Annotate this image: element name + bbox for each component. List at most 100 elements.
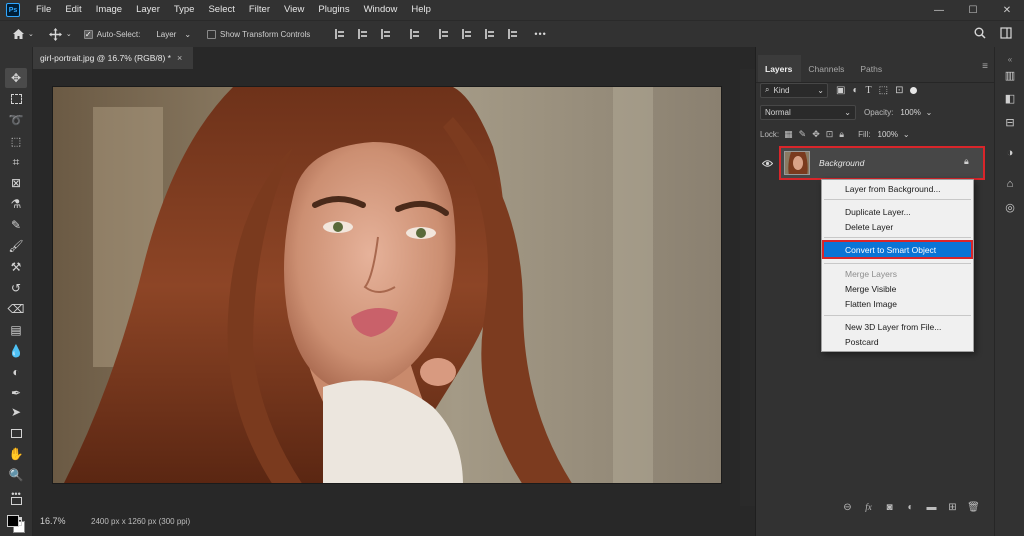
history-brush-tool-icon[interactable]: ↺ (5, 278, 27, 298)
properties-icon[interactable]: ⌂ (1003, 177, 1017, 191)
blend-mode-select[interactable]: Normal ⌄ (760, 104, 856, 120)
lock-transparent-pixels-icon[interactable]: ▦ (784, 129, 793, 140)
delete-layer-icon[interactable]: 🗑︎ (966, 502, 981, 518)
maximize-button[interactable]: ☐ (956, 0, 990, 20)
adjustment-filter-icon[interactable]: ◐ (852, 85, 858, 96)
minimize-button[interactable]: — (922, 0, 956, 20)
canvas-scrollbar[interactable] (740, 69, 755, 506)
align-bottom-edges-icon[interactable] (478, 26, 501, 42)
align-top-edges-icon[interactable] (432, 26, 455, 42)
clone-stamp-tool-icon[interactable]: ⚒ (5, 257, 27, 277)
shape-filter-icon[interactable]: ⬚ (879, 85, 888, 96)
filter-toggle-icon[interactable] (910, 86, 918, 94)
menu-item-new-3d-layer-from-file[interactable]: New 3D Layer from File... (822, 319, 973, 334)
menu-edit[interactable]: Edit (58, 0, 88, 20)
type-filter-icon[interactable]: T (866, 85, 872, 96)
type-tool-icon[interactable] (5, 381, 27, 401)
align-horizontal-centers-icon[interactable] (351, 26, 374, 42)
lock-position-icon[interactable]: ✥ (812, 129, 820, 140)
move-tool-preset-icon[interactable] (48, 27, 64, 41)
align-left-edges-icon[interactable] (328, 26, 351, 42)
new-layer-icon[interactable]: ⊞ (945, 502, 960, 518)
align-right-edges-icon[interactable] (374, 26, 397, 42)
menu-view[interactable]: View (277, 0, 311, 20)
menu-filter[interactable]: Filter (242, 0, 277, 20)
frame-tool-icon[interactable]: ⊠ (5, 173, 27, 193)
rectangle-tool-icon[interactable] (5, 423, 27, 443)
tab-channels[interactable]: Channels (801, 64, 853, 82)
eraser-tool-icon[interactable]: ⌫ (5, 299, 27, 319)
visibility-eye-icon[interactable] (757, 159, 777, 167)
layer-style-icon[interactable]: fx (861, 502, 876, 518)
smart-object-filter-icon[interactable]: ⊡ (895, 85, 903, 96)
collapse-panels-icon[interactable]: « (1003, 52, 1017, 66)
foreground-color-swatch[interactable] (7, 515, 19, 527)
path-selection-tool-icon[interactable]: ➤ (5, 402, 27, 422)
show-transform-controls-checkbox[interactable] (207, 29, 217, 39)
eyedropper-tool-icon[interactable]: ⚗ (5, 194, 27, 214)
menu-file[interactable]: File (29, 0, 58, 20)
document-tab[interactable]: girl-portrait.jpg @ 16.7% (RGB/8) * × (33, 47, 193, 69)
menu-image[interactable]: Image (89, 0, 129, 20)
lock-all-icon[interactable]: 🔒︎ (839, 129, 844, 140)
close-document-icon[interactable]: × (177, 53, 182, 63)
menu-help[interactable]: Help (404, 0, 438, 20)
quick-mask-mode-button[interactable] (5, 491, 27, 511)
fill-field[interactable]: 100% ⌄ (876, 127, 912, 142)
distribute-horizontal-icon[interactable] (403, 26, 426, 42)
marquee-tool-icon[interactable] (5, 89, 27, 109)
adjustments-icon[interactable]: ◎ (1003, 200, 1017, 214)
blur-tool-icon[interactable]: 💧 (5, 341, 27, 361)
spot-healing-brush-icon[interactable]: ✎ (5, 215, 27, 235)
link-layers-icon[interactable]: ⊖ (840, 502, 855, 518)
pixel-filter-icon[interactable]: ▣ (836, 85, 845, 96)
libraries-icon[interactable]: ⊟ (1003, 115, 1017, 129)
histogram-icon[interactable]: ▥ (1003, 68, 1017, 82)
menu-item-delete-layer[interactable]: Delete Layer (822, 219, 973, 234)
home-icon[interactable] (10, 28, 26, 40)
more-options-icon[interactable]: ••• (534, 29, 546, 39)
menu-item-convert-to-smart-object[interactable]: Convert to Smart Object (822, 240, 973, 259)
align-vertical-centers-icon[interactable] (455, 26, 478, 42)
layer-row-background[interactable]: Background 🔒︎ (757, 146, 992, 180)
menu-type[interactable]: Type (167, 0, 202, 20)
portrait-image-canvas[interactable] (52, 86, 722, 484)
brush-tool-icon[interactable]: 🖌 (5, 236, 27, 256)
filter-kind-select[interactable]: ⌕ Kind ⌄ (760, 82, 828, 98)
menu-layer[interactable]: Layer (129, 0, 167, 20)
menu-item-layer-from-background[interactable]: Layer from Background... (822, 181, 973, 196)
chevron-down-icon[interactable]: ⌄ (66, 30, 72, 38)
workspace-icon[interactable] (1000, 27, 1012, 39)
menu-select[interactable]: Select (201, 0, 241, 20)
object-selection-tool-icon[interactable]: ⬚ (5, 131, 27, 151)
layer-lock-icon[interactable]: 🔒︎ (964, 156, 969, 167)
menu-plugins[interactable]: Plugins (311, 0, 356, 20)
menu-window[interactable]: Window (357, 0, 405, 20)
search-icon[interactable] (974, 27, 986, 39)
move-tool-icon[interactable]: ✥ (5, 68, 27, 88)
gradient-tool-icon[interactable]: ▤ (5, 320, 27, 340)
zoom-tool-icon[interactable]: 🔍 (5, 465, 27, 485)
color-icon[interactable]: ◑ (1003, 146, 1017, 160)
dodge-tool-icon[interactable]: ◐ (5, 362, 27, 382)
close-window-button[interactable]: ✕ (990, 0, 1024, 20)
document-info[interactable]: 2400 px x 1260 px (300 ppi) (91, 517, 190, 526)
menu-item-duplicate-layer[interactable]: Duplicate Layer... (822, 204, 973, 219)
history-icon[interactable]: ◧ (1003, 91, 1017, 105)
new-group-icon[interactable]: ▬ (924, 502, 939, 518)
tab-layers[interactable]: Layers (758, 55, 802, 82)
opacity-field[interactable]: 100% ⌄ (898, 105, 934, 120)
lasso-tool-icon[interactable]: ➰ (5, 110, 27, 130)
crop-tool-icon[interactable]: ⌗ (5, 152, 27, 172)
zoom-level-field[interactable]: 16.7% (33, 512, 75, 530)
menu-item-postcard[interactable]: Postcard (822, 334, 973, 349)
auto-select-checkbox[interactable]: ✓ (83, 29, 93, 39)
chevron-down-icon[interactable]: ⌄ (28, 30, 34, 38)
lock-artboard-icon[interactable]: ⊡ (826, 129, 834, 140)
add-mask-icon[interactable]: ◙ (882, 502, 897, 518)
distribute-vertical-icon[interactable] (501, 26, 524, 42)
new-adjustment-layer-icon[interactable]: ◐ (903, 502, 918, 518)
hand-tool-icon[interactable]: ✋ (5, 444, 27, 464)
auto-select-target-select[interactable]: Layer ⌄ (152, 27, 195, 42)
lock-image-pixels-icon[interactable]: ✎ (799, 129, 807, 140)
